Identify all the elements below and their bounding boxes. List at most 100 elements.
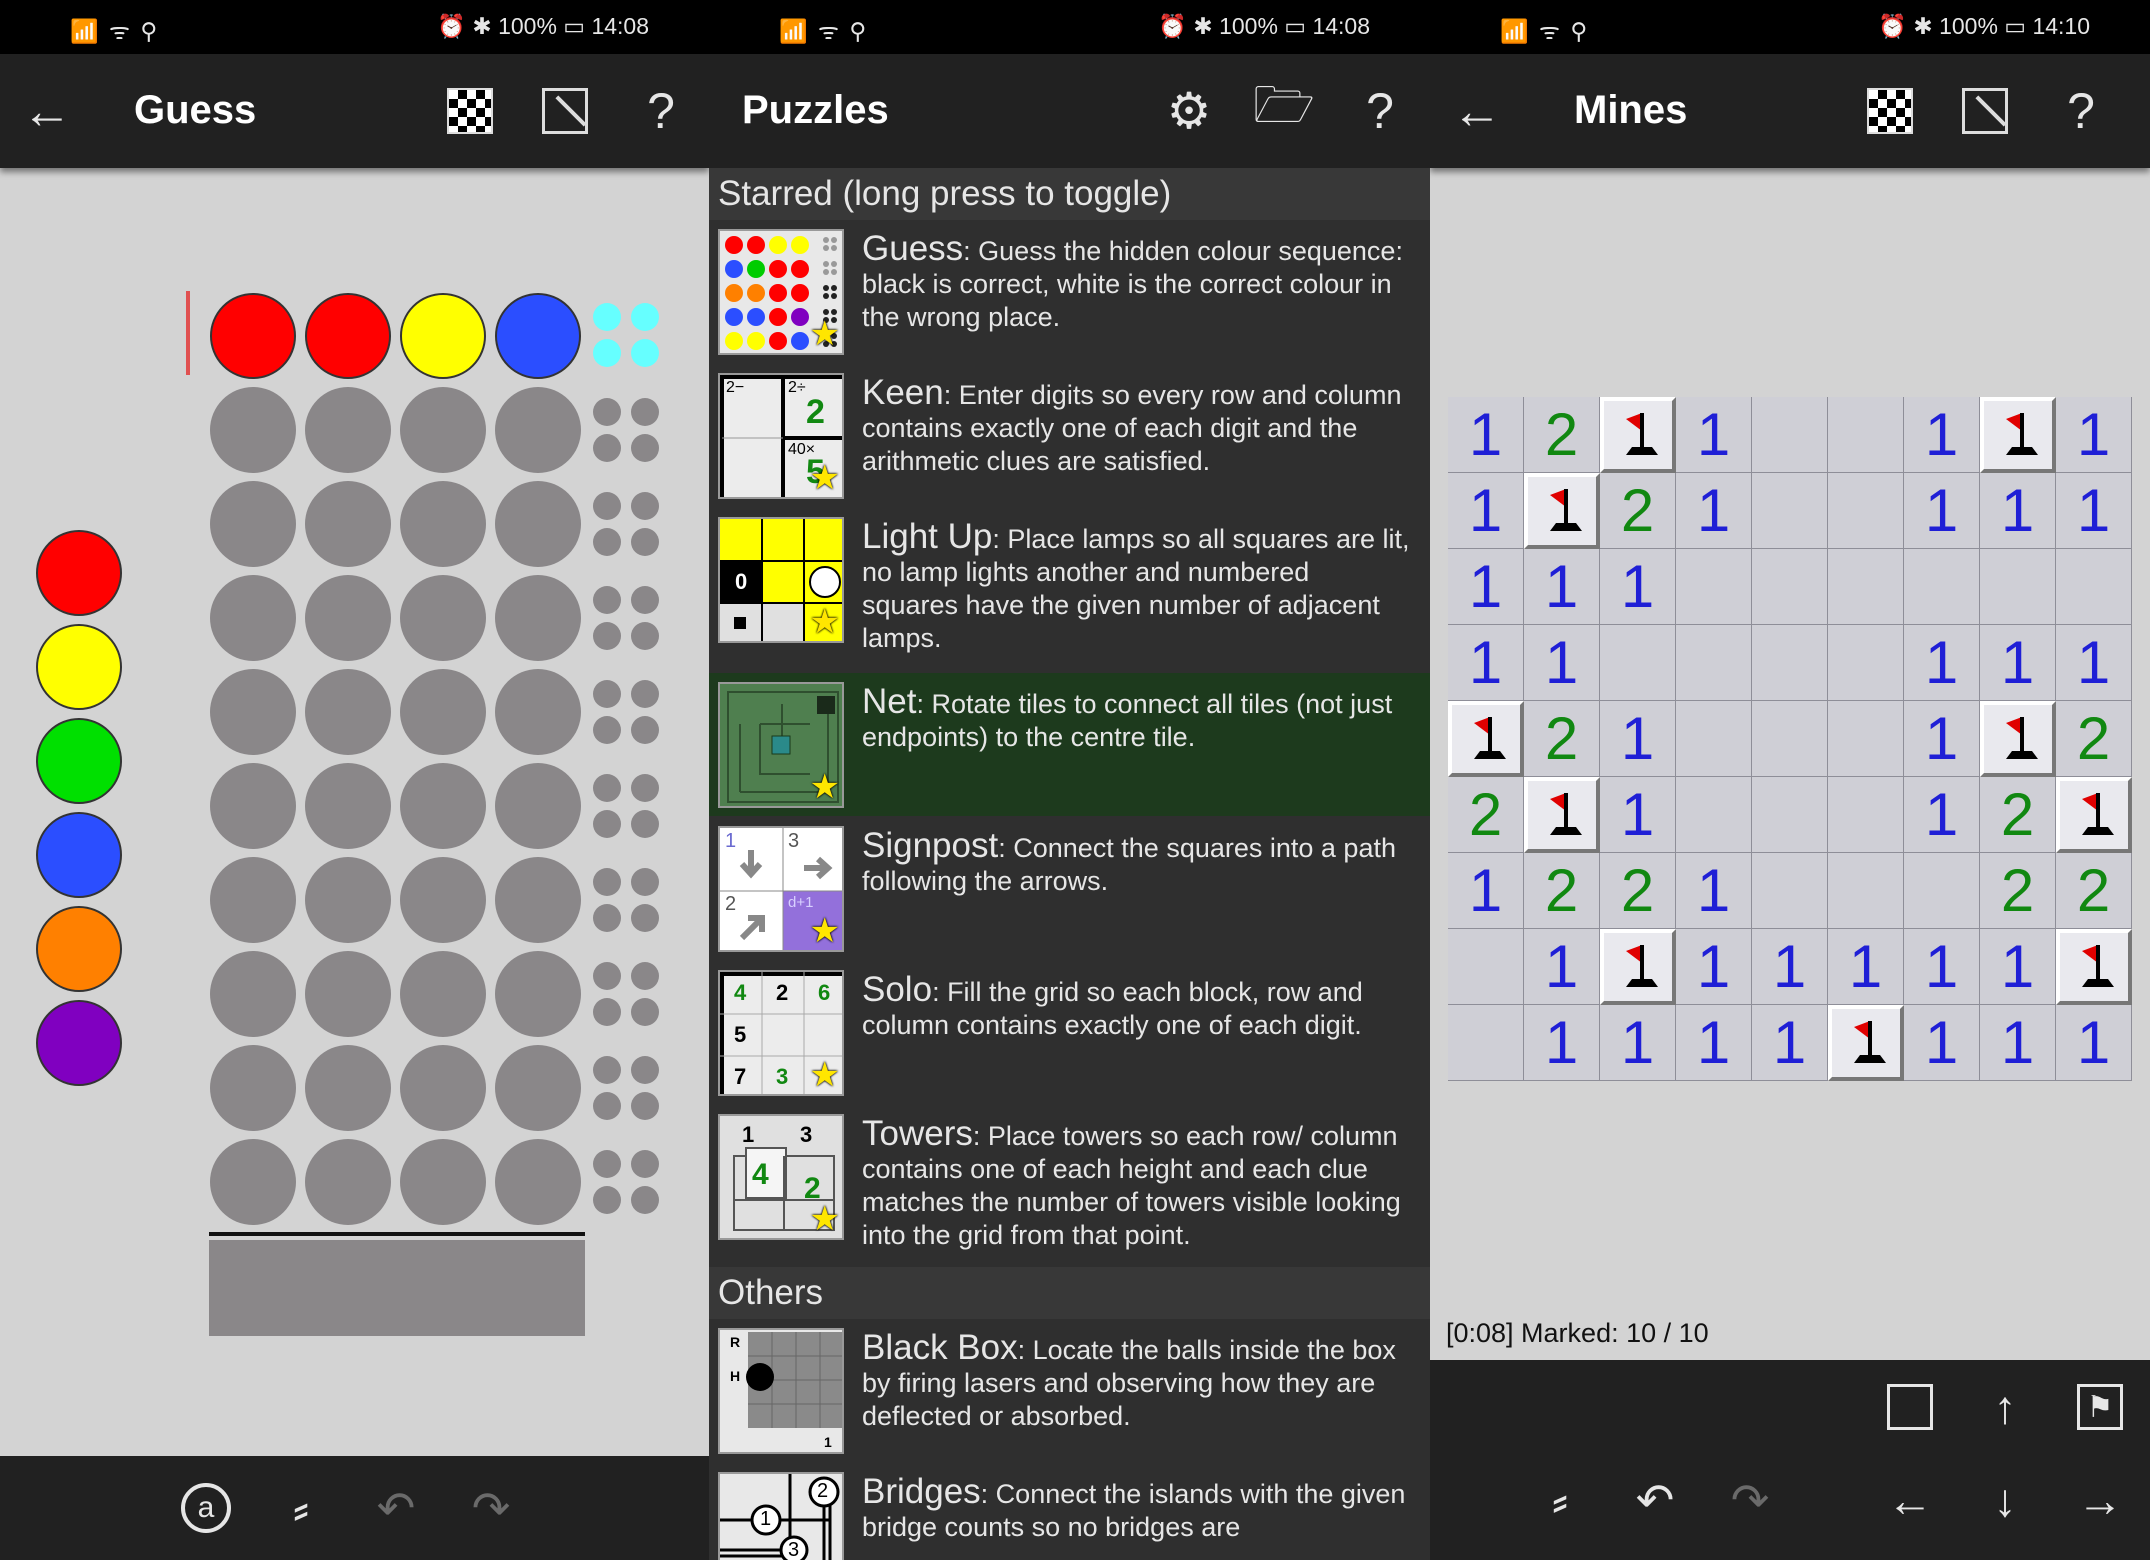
solve-button[interactable]: a [171, 1473, 241, 1543]
empty-cell[interactable] [2056, 549, 2132, 625]
number-cell[interactable]: 2 [1600, 473, 1676, 549]
number-cell[interactable]: 1 [1676, 473, 1752, 549]
number-cell[interactable]: 1 [1524, 1005, 1600, 1081]
empty-peg[interactable] [305, 669, 391, 755]
number-cell[interactable]: 1 [1752, 1005, 1828, 1081]
empty-peg[interactable] [210, 669, 296, 755]
list-item-black-box[interactable]: R H 1 Black Box: Locate the balls inside… [709, 1319, 1430, 1462]
fullscreen-button[interactable] [1956, 82, 2014, 140]
empty-peg[interactable] [400, 387, 486, 473]
empty-peg[interactable] [400, 763, 486, 849]
flagged-cell[interactable] [2056, 929, 2132, 1005]
number-cell[interactable]: 2 [2056, 853, 2132, 929]
empty-peg[interactable] [210, 1139, 296, 1225]
empty-peg[interactable] [495, 481, 581, 567]
empty-peg[interactable] [400, 951, 486, 1037]
guess-peg[interactable] [305, 293, 391, 379]
empty-peg[interactable] [495, 763, 581, 849]
number-cell[interactable]: 1 [1600, 701, 1676, 777]
number-cell[interactable]: 1 [1980, 929, 2056, 1005]
empty-peg[interactable] [305, 575, 391, 661]
number-cell[interactable]: 1 [1676, 1005, 1752, 1081]
number-cell[interactable]: 1 [1448, 853, 1524, 929]
flagged-cell[interactable] [1600, 929, 1676, 1005]
flagged-cell[interactable] [1448, 701, 1524, 777]
number-cell[interactable]: 1 [1904, 397, 1980, 473]
guess-peg[interactable] [210, 293, 296, 379]
flagged-cell[interactable] [1980, 701, 2056, 777]
settings-gear-icon[interactable]: ⚙ [1160, 82, 1218, 140]
number-cell[interactable]: 2 [1524, 701, 1600, 777]
flagged-cell[interactable] [2056, 777, 2132, 853]
list-item-net[interactable]: ★ Net: Rotate tiles to connect all tiles… [709, 673, 1430, 816]
number-cell[interactable]: 1 [2056, 625, 2132, 701]
number-cell[interactable]: 2 [1980, 853, 2056, 929]
number-cell[interactable]: 1 [1904, 777, 1980, 853]
number-cell[interactable]: 2 [1600, 853, 1676, 929]
empty-cell[interactable] [1904, 853, 1980, 929]
empty-peg[interactable] [305, 1139, 391, 1225]
empty-cell[interactable] [1752, 397, 1828, 473]
number-cell[interactable]: 1 [1448, 549, 1524, 625]
arrow-right-icon[interactable]: → [2065, 1465, 2135, 1535]
list-item-guess[interactable]: ★ Guess: Guess the hidden colour sequenc… [709, 220, 1430, 363]
empty-cell[interactable] [1828, 473, 1904, 549]
minefield-grid[interactable]: 1211112111111111111211221121221221111111… [1448, 397, 2132, 1081]
number-cell[interactable]: 1 [1524, 549, 1600, 625]
empty-peg[interactable] [495, 857, 581, 943]
empty-peg[interactable] [210, 481, 296, 567]
empty-cell[interactable] [1448, 1005, 1524, 1081]
guess-peg[interactable] [495, 293, 581, 379]
open-folder-icon[interactable]: 🗁 [1253, 77, 1315, 140]
number-cell[interactable]: 1 [1904, 1005, 1980, 1081]
flagged-cell[interactable] [1524, 777, 1600, 853]
empty-peg[interactable] [400, 481, 486, 567]
empty-peg[interactable] [305, 763, 391, 849]
number-cell[interactable]: 2 [1448, 777, 1524, 853]
help-button[interactable]: ? [2052, 82, 2110, 140]
number-cell[interactable]: 1 [1600, 549, 1676, 625]
list-item-towers[interactable]: 1 3 4 2 ★ Towers: Place towers so each r… [709, 1105, 1430, 1267]
palette-color[interactable] [36, 812, 122, 898]
empty-peg[interactable] [210, 951, 296, 1037]
empty-peg[interactable] [210, 857, 296, 943]
empty-cell[interactable] [1828, 853, 1904, 929]
empty-peg[interactable] [305, 387, 391, 473]
empty-peg[interactable] [400, 1139, 486, 1225]
empty-cell[interactable] [1752, 777, 1828, 853]
empty-cell[interactable] [1448, 929, 1524, 1005]
number-cell[interactable]: 1 [1676, 397, 1752, 473]
empty-cell[interactable] [1828, 701, 1904, 777]
number-cell[interactable]: 1 [1980, 1005, 2056, 1081]
empty-peg[interactable] [495, 1139, 581, 1225]
empty-cell[interactable] [1828, 549, 1904, 625]
empty-peg[interactable] [210, 763, 296, 849]
flagged-cell[interactable] [1828, 1005, 1904, 1081]
empty-peg[interactable] [210, 575, 296, 661]
number-cell[interactable]: 1 [1600, 1005, 1676, 1081]
empty-cell[interactable] [1600, 625, 1676, 701]
empty-cell[interactable] [1980, 549, 2056, 625]
empty-peg[interactable] [210, 1045, 296, 1131]
number-cell[interactable]: 1 [1828, 929, 1904, 1005]
empty-cell[interactable] [1752, 625, 1828, 701]
redo-icon[interactable]: ↷ [456, 1473, 526, 1543]
number-cell[interactable]: 1 [2056, 1005, 2132, 1081]
back-arrow-icon[interactable]: ← [1448, 82, 1506, 140]
flagged-cell[interactable] [1600, 397, 1676, 473]
empty-peg[interactable] [400, 669, 486, 755]
empty-peg[interactable] [495, 951, 581, 1037]
number-cell[interactable]: 2 [1524, 853, 1600, 929]
number-cell[interactable]: 1 [1904, 473, 1980, 549]
swap-icon[interactable]: ⸗ [1525, 1465, 1595, 1535]
guess-peg[interactable] [400, 293, 486, 379]
empty-peg[interactable] [305, 951, 391, 1037]
empty-peg[interactable] [495, 1045, 581, 1131]
empty-cell[interactable] [1752, 473, 1828, 549]
empty-peg[interactable] [495, 387, 581, 473]
arrow-left-icon[interactable]: ← [1875, 1465, 1945, 1535]
list-item-solo[interactable]: 4 2 6 5 7 3 ★ Solo: Fill the grid so eac… [709, 961, 1430, 1104]
empty-peg[interactable] [400, 575, 486, 661]
palette-color[interactable] [36, 624, 122, 710]
number-cell[interactable]: 1 [1448, 397, 1524, 473]
